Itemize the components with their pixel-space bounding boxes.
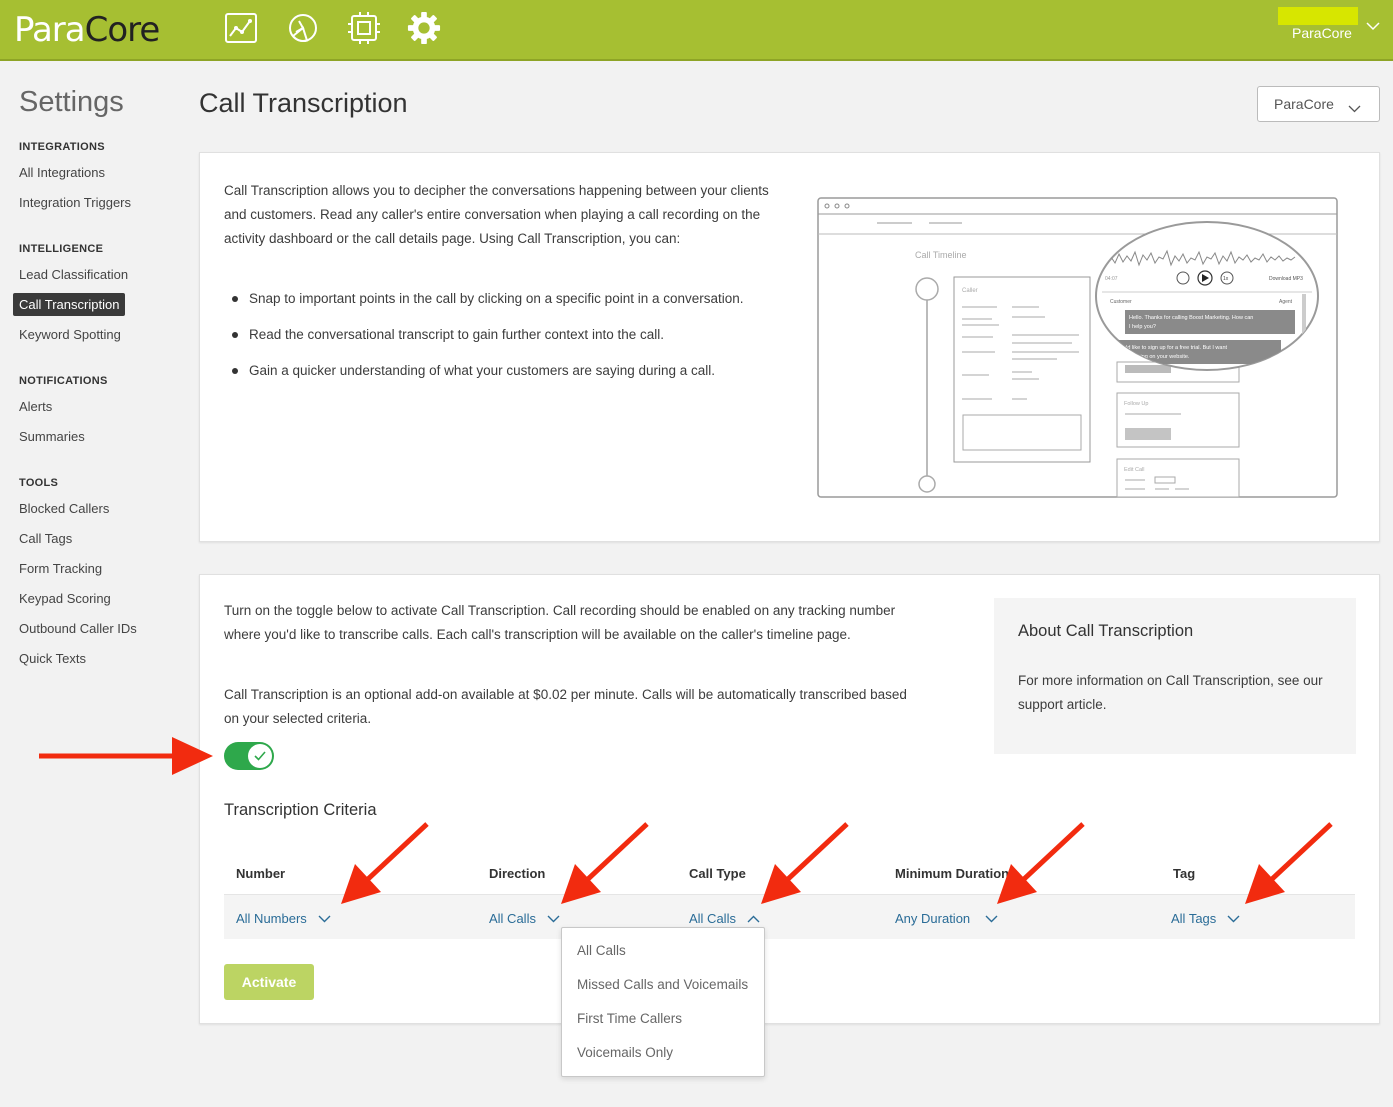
call-type-select-value: All Calls — [689, 911, 736, 926]
sidebar-title: Settings — [19, 86, 124, 118]
svg-text:Hello. Thanks for calling Boos: Hello. Thanks for calling Boost Marketin… — [1129, 315, 1253, 321]
column-header-number: Number — [236, 866, 286, 881]
illus-follow-up-label: Follow Up — [1124, 401, 1148, 407]
illus-speed: 1x — [1223, 276, 1229, 282]
tag-select[interactable]: All Tags — [1171, 911, 1240, 926]
about-title: About Call Transcription — [1018, 622, 1194, 640]
svg-text:I help you?: I help you? — [1129, 324, 1156, 330]
chevron-down-icon — [1348, 100, 1361, 116]
illus-agent-label: Agent — [1279, 299, 1293, 305]
sidebar-item-form-tracking[interactable]: Form Tracking — [19, 561, 102, 576]
tag-select-value: All Tags — [1171, 911, 1217, 926]
about-text: For more information on Call Transcripti… — [1018, 673, 1323, 712]
sidebar-item-lead-classification[interactable]: Lead Classification — [19, 267, 128, 282]
sidebar-item-blocked-callers[interactable]: Blocked Callers — [19, 501, 109, 516]
sidebar-item-keypad-scoring[interactable]: Keypad Scoring — [19, 591, 111, 606]
sidebar-section-intelligence: INTELLIGENCE — [19, 243, 104, 255]
dropdown-option-missed-calls-and-voicemails[interactable]: Missed Calls and Voicemails — [577, 977, 748, 992]
criteria-title: Transcription Criteria — [224, 801, 377, 819]
criteria-value-row: All Numbers All Calls All Calls Any Dura… — [224, 895, 1355, 939]
activation-description: Turn on the toggle below to activate Cal… — [224, 603, 896, 642]
account-select[interactable]: ParaCore — [1257, 86, 1380, 122]
illus-customer-label: Customer — [1110, 299, 1132, 305]
chevron-down-icon — [318, 915, 331, 922]
chevron-up-icon — [747, 915, 760, 922]
account-select-value: ParaCore — [1274, 96, 1334, 112]
illus-time: 04:07 — [1105, 276, 1118, 282]
integrations-chip-icon[interactable] — [347, 11, 381, 45]
sidebar-item-alerts[interactable]: Alerts — [19, 399, 52, 414]
activate-button[interactable]: Activate — [224, 964, 314, 1000]
call-type-select[interactable]: All Calls — [689, 911, 760, 926]
chevron-down-icon — [1227, 915, 1240, 922]
illus-timeline-label: Call Timeline — [915, 250, 967, 260]
minimum-duration-select-value: Any Duration — [895, 911, 971, 926]
direction-select-value: All Calls — [489, 911, 536, 926]
illus-edit-call-label: Edit Call — [1124, 467, 1144, 473]
logo-text-para: Para — [14, 10, 86, 50]
settings-gear-icon[interactable] — [407, 11, 441, 45]
call-type-dropdown-menu: All Calls Missed Calls and Voicemails Fi… — [561, 927, 765, 1077]
logo-text-core: Core — [84, 10, 161, 50]
user-avatar-redacted — [1278, 7, 1358, 25]
intro-card: Call Transcription allows you to deciphe… — [199, 152, 1380, 542]
column-header-tag: Tag — [1173, 866, 1196, 881]
user-menu-chevron-down-icon[interactable] — [1366, 18, 1380, 36]
sidebar-item-keyword-spotting[interactable]: Keyword Spotting — [19, 327, 121, 342]
dropdown-option-voicemails-only[interactable]: Voicemails Only — [577, 1045, 673, 1060]
feature-list-item: Read the conversational transcript to ga… — [232, 323, 792, 359]
sidebar-item-outbound-caller-ids[interactable]: Outbound Caller IDs — [19, 621, 137, 636]
illus-caller-label: Caller — [962, 288, 978, 294]
illus-download: Download MP3 — [1269, 276, 1303, 282]
chevron-down-icon — [985, 915, 998, 922]
column-header-direction: Direction — [489, 866, 546, 881]
call-transcription-illustration: Call Timeline Caller Follow Up Edit Call… — [817, 197, 1339, 504]
feature-list-item: Snap to important points in the call by … — [232, 287, 792, 323]
dropdown-option-all-calls[interactable]: All Calls — [577, 943, 626, 958]
page-title: Call Transcription — [199, 88, 408, 118]
sidebar-section-tools: TOOLS — [19, 477, 59, 489]
dropdown-option-first-time-callers[interactable]: First Time Callers — [577, 1011, 682, 1026]
intro-text: Call Transcription allows you to deciphe… — [224, 183, 769, 246]
activation-card: Turn on the toggle below to activate Cal… — [199, 574, 1380, 1024]
number-select[interactable]: All Numbers — [236, 911, 331, 926]
criteria-header-row: Number Direction Call Type Minimum Durat… — [224, 857, 1355, 895]
sidebar-item-call-transcription[interactable]: Call Transcription — [13, 293, 126, 316]
sidebar-section-integrations: INTEGRATIONS — [19, 141, 105, 153]
feature-list: Snap to important points in the call by … — [232, 287, 792, 395]
column-header-call-type: Call Type — [689, 866, 746, 881]
sidebar-item-all-integrations[interactable]: All Integrations — [19, 165, 105, 180]
criteria-table: Number Direction Call Type Minimum Durat… — [224, 857, 1355, 939]
number-select-value: All Numbers — [236, 911, 307, 926]
direction-select[interactable]: All Calls — [489, 911, 560, 926]
about-panel: About Call Transcription For more inform… — [994, 598, 1356, 754]
transcription-toggle[interactable] — [224, 742, 274, 770]
checkmark-icon — [254, 751, 266, 761]
sidebar-item-summaries[interactable]: Summaries — [19, 429, 85, 444]
analytics-icon[interactable] — [224, 11, 258, 45]
paracore-logo[interactable]: ParaCore — [14, 10, 161, 50]
user-menu-name[interactable]: ParaCore — [1292, 25, 1352, 41]
sidebar-item-quick-texts[interactable]: Quick Texts — [19, 651, 86, 666]
top-navigation-bar: ParaCore ParaCore — [0, 0, 1393, 61]
sidebar-item-call-tags[interactable]: Call Tags — [19, 531, 72, 546]
sidebar-section-notifications: NOTIFICATIONS — [19, 375, 108, 387]
column-header-minimum-duration: Minimum Duration — [895, 866, 1010, 881]
annotation-arrow-icon — [39, 737, 213, 775]
toggle-knob — [248, 744, 272, 768]
minimum-duration-select[interactable]: Any Duration — [895, 911, 998, 926]
chevron-down-icon — [547, 915, 560, 922]
pricing-description: Call Transcription is an optional add-on… — [224, 687, 907, 726]
chart-pie-icon[interactable] — [286, 11, 320, 45]
sidebar-item-integration-triggers[interactable]: Integration Triggers — [19, 195, 131, 210]
feature-list-item: Gain a quicker understanding of what you… — [232, 359, 792, 395]
